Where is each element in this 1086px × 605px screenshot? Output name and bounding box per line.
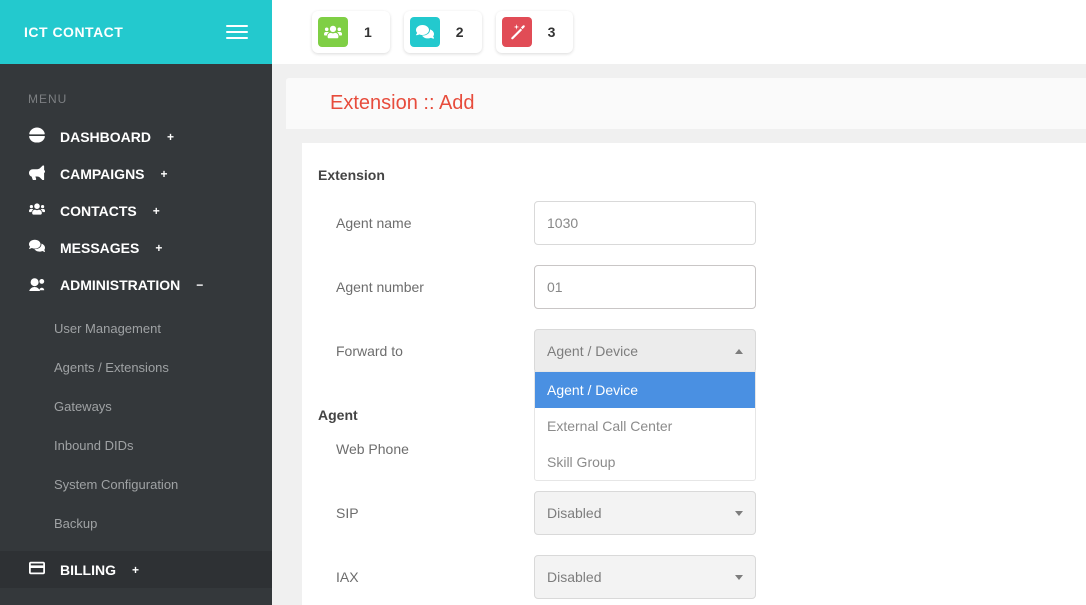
chip-value: 3 xyxy=(548,24,556,40)
agent-name-input[interactable] xyxy=(534,201,756,245)
comments-icon xyxy=(28,238,46,257)
sidebar-item-campaigns[interactable]: CAMPAIGNS + xyxy=(0,155,272,192)
select-value: Agent / Device xyxy=(547,343,638,359)
sidebar-item-billing[interactable]: BILLING + xyxy=(0,551,272,588)
submenu-item-gateways[interactable]: Gateways xyxy=(0,387,272,426)
billing-icon xyxy=(28,560,46,579)
row-iax: IAX Disabled xyxy=(336,555,1058,599)
option-agent-device[interactable]: Agent / Device xyxy=(535,372,755,408)
forward-to-select[interactable]: Agent / Device xyxy=(534,329,756,373)
sidebar-item-label: ADMINISTRATION xyxy=(60,277,180,293)
magic-icon xyxy=(502,17,532,47)
sidebar-item-label: MESSAGES xyxy=(60,240,139,256)
sidebar: ICT CONTACT MENU DASHBOARD + CAMPAIGNS +… xyxy=(0,0,272,605)
caret-up-icon xyxy=(735,349,743,354)
chip-users[interactable]: 1 xyxy=(312,11,390,53)
plus-icon: + xyxy=(153,204,160,218)
section-title-extension: Extension xyxy=(318,167,1058,183)
plus-icon: + xyxy=(155,241,162,255)
sip-select[interactable]: Disabled xyxy=(534,491,756,535)
submenu-item-backup[interactable]: Backup xyxy=(0,504,272,543)
comments-icon xyxy=(410,17,440,47)
dashboard-icon xyxy=(28,127,46,146)
sidebar-header: ICT CONTACT xyxy=(0,0,272,64)
plus-icon: + xyxy=(132,563,139,577)
chip-messages[interactable]: 2 xyxy=(404,11,482,53)
caret-down-icon xyxy=(735,511,743,516)
label-agent-number: Agent number xyxy=(336,279,534,295)
select-value: Disabled xyxy=(547,569,601,585)
label-forward-to: Forward to xyxy=(336,343,534,359)
topbar: 1 2 3 xyxy=(272,0,1086,64)
form-card: Extension Agent name Agent number Forwar… xyxy=(302,143,1086,605)
sidebar-item-contacts[interactable]: CONTACTS + xyxy=(0,192,272,229)
chip-value: 1 xyxy=(364,24,372,40)
bullhorn-icon xyxy=(28,164,46,183)
submenu-item-agents-extensions[interactable]: Agents / Extensions xyxy=(0,348,272,387)
menu-title: MENU xyxy=(0,64,272,118)
submenu-item-system-configuration[interactable]: System Configuration xyxy=(0,465,272,504)
sidebar-item-label: DASHBOARD xyxy=(60,129,151,145)
chip-value: 2 xyxy=(456,24,464,40)
app-title: ICT CONTACT xyxy=(24,24,123,40)
row-sip: SIP Disabled xyxy=(336,491,1058,535)
sidebar-item-dashboard[interactable]: DASHBOARD + xyxy=(0,118,272,155)
option-external-call-center[interactable]: External Call Center xyxy=(535,408,755,444)
sidebar-item-label: CONTACTS xyxy=(60,203,137,219)
cogs-icon xyxy=(28,275,46,294)
submenu-item-inbound-dids[interactable]: Inbound DIDs xyxy=(0,426,272,465)
row-agent-number: Agent number xyxy=(336,265,1058,309)
plus-icon: + xyxy=(167,130,174,144)
label-sip: SIP xyxy=(336,505,534,521)
users-icon xyxy=(28,201,46,220)
chip-magic[interactable]: 3 xyxy=(496,11,574,53)
forward-to-options: Agent / Device External Call Center Skil… xyxy=(534,371,756,481)
label-iax: IAX xyxy=(336,569,534,585)
sidebar-item-label: BILLING xyxy=(60,562,116,578)
content-area: Extension :: Add Extension Agent name Ag… xyxy=(272,64,1086,605)
iax-select[interactable]: Disabled xyxy=(534,555,756,599)
caret-down-icon xyxy=(735,575,743,580)
label-web-phone: Web Phone xyxy=(336,441,534,457)
sidebar-item-messages[interactable]: MESSAGES + xyxy=(0,229,272,266)
select-value: Disabled xyxy=(547,505,601,521)
page-title: Extension :: Add xyxy=(286,78,1086,129)
option-skill-group[interactable]: Skill Group xyxy=(535,444,755,480)
sidebar-item-administration[interactable]: ADMINISTRATION − xyxy=(0,266,272,303)
submenu-item-user-management[interactable]: User Management xyxy=(0,309,272,348)
plus-icon: + xyxy=(161,167,168,181)
row-agent-name: Agent name xyxy=(336,201,1058,245)
sidebar-item-label: CAMPAIGNS xyxy=(60,166,145,182)
administration-submenu: User Management Agents / Extensions Gate… xyxy=(0,303,272,551)
row-forward-to: Forward to Agent / Device Agent / Device… xyxy=(336,329,1058,373)
minus-icon: − xyxy=(196,278,203,292)
label-agent-name: Agent name xyxy=(336,215,534,231)
hamburger-icon[interactable] xyxy=(226,24,248,40)
users-icon xyxy=(318,17,348,47)
agent-number-input[interactable] xyxy=(534,265,756,309)
